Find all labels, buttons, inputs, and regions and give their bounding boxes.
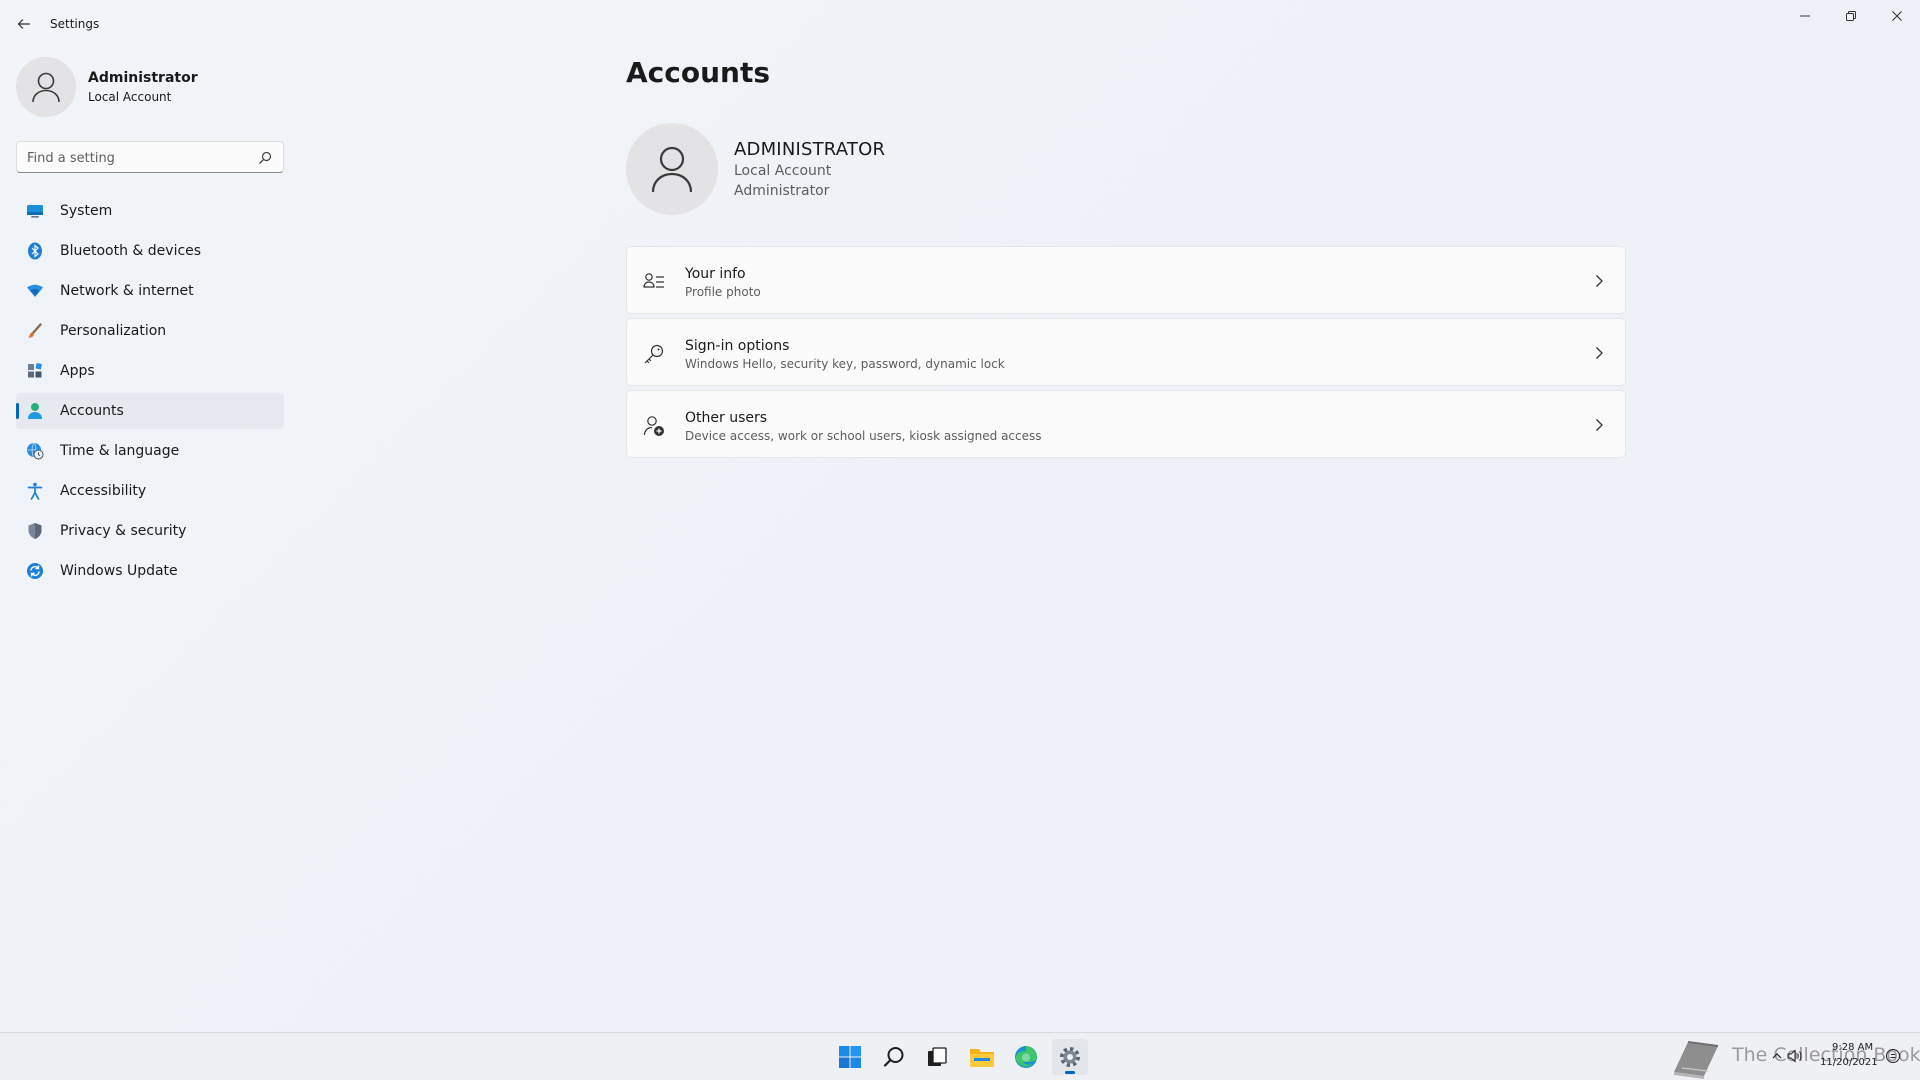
minimize-button[interactable] bbox=[1782, 0, 1828, 32]
sidebar-item-network[interactable]: Network & internet bbox=[16, 273, 284, 309]
user-role: Administrator bbox=[734, 183, 830, 199]
card-other-users[interactable]: Other users Device access, work or schoo… bbox=[626, 390, 1626, 458]
sidebar-item-label: Time & language bbox=[60, 443, 180, 459]
sidebar-item-label: Apps bbox=[60, 363, 95, 379]
task-view-icon bbox=[928, 1047, 947, 1066]
minimize-icon bbox=[1800, 15, 1810, 17]
notification-icon bbox=[1886, 1049, 1900, 1063]
task-view-button[interactable] bbox=[919, 1039, 955, 1075]
profile-account-type: Local Account bbox=[88, 90, 172, 104]
clock-time[interactable]: 9:28 AM bbox=[1832, 1042, 1873, 1053]
sidebar-item-label: Windows Update bbox=[60, 563, 178, 579]
notifications-button[interactable] bbox=[1884, 1047, 1902, 1065]
volume-icon bbox=[1787, 1049, 1802, 1063]
clock-date[interactable]: 11/20/2021 bbox=[1820, 1057, 1878, 1068]
shield-icon bbox=[26, 522, 44, 540]
restore-button[interactable] bbox=[1828, 0, 1874, 32]
sidebar-nav: System Bluetooth & devices Network & int… bbox=[16, 193, 284, 593]
book-logo-icon bbox=[1674, 1041, 1719, 1079]
settings-taskbar-button[interactable] bbox=[1052, 1039, 1088, 1075]
restore-icon bbox=[1846, 11, 1856, 21]
card-title: Other users bbox=[685, 410, 768, 426]
chevron-right-icon bbox=[1596, 347, 1603, 359]
card-title: Your info bbox=[685, 266, 746, 282]
settings-icon bbox=[1060, 1047, 1080, 1067]
sidebar-item-accessibility[interactable]: Accessibility bbox=[16, 473, 284, 509]
app-title: Settings bbox=[50, 17, 100, 31]
person-icon bbox=[651, 146, 693, 193]
accounts-icon bbox=[26, 402, 44, 420]
sidebar-item-accounts[interactable]: Accounts bbox=[16, 393, 284, 429]
file-explorer-button[interactable] bbox=[964, 1039, 1000, 1075]
taskbar-search-button[interactable] bbox=[876, 1039, 912, 1075]
sidebar-item-windows-update[interactable]: Windows Update bbox=[16, 553, 284, 589]
bluetooth-icon bbox=[26, 242, 44, 260]
card-subtitle: Profile photo bbox=[685, 285, 761, 299]
close-button[interactable] bbox=[1874, 0, 1920, 32]
chevron-up-icon bbox=[1772, 1053, 1782, 1059]
start-button[interactable] bbox=[832, 1039, 868, 1075]
person-icon bbox=[32, 72, 60, 103]
file-explorer-icon bbox=[970, 1049, 994, 1067]
search-input[interactable] bbox=[27, 148, 247, 168]
update-icon bbox=[26, 562, 44, 580]
card-sign-in-options[interactable]: Sign-in options Windows Hello, security … bbox=[626, 318, 1626, 386]
system-icon bbox=[26, 202, 44, 220]
accessibility-icon bbox=[26, 482, 44, 500]
sidebar-item-label: Network & internet bbox=[60, 283, 194, 299]
title-bar: Settings bbox=[0, 0, 1920, 48]
person-info-icon bbox=[643, 273, 664, 288]
chevron-right-icon bbox=[1596, 275, 1603, 287]
sidebar-item-label: Personalization bbox=[60, 323, 167, 339]
profile-name: Administrator bbox=[88, 70, 198, 86]
globe-clock-icon bbox=[26, 442, 44, 460]
search-icon bbox=[883, 1047, 904, 1067]
user-display-name: ADMINISTRATOR bbox=[734, 139, 886, 160]
sidebar-item-label: Accounts bbox=[60, 403, 124, 419]
back-arrow-icon bbox=[17, 19, 30, 29]
sidebar-item-apps[interactable]: Apps bbox=[16, 353, 284, 389]
page-title: Accounts bbox=[626, 56, 771, 89]
close-icon bbox=[1892, 11, 1902, 21]
card-subtitle: Windows Hello, security key, password, d… bbox=[685, 357, 1005, 371]
active-app-indicator bbox=[1065, 1071, 1075, 1074]
apps-icon bbox=[26, 362, 44, 380]
sidebar-item-label: Bluetooth & devices bbox=[60, 243, 202, 259]
selection-indicator bbox=[16, 403, 19, 419]
brush-icon bbox=[26, 322, 44, 340]
chevron-right-icon bbox=[1596, 419, 1603, 431]
sidebar-item-label: Privacy & security bbox=[60, 523, 187, 539]
network-icon bbox=[26, 282, 44, 300]
card-your-info[interactable]: Your info Profile photo bbox=[626, 246, 1626, 314]
back-button[interactable] bbox=[14, 14, 34, 34]
add-person-icon bbox=[643, 416, 664, 436]
search-icon bbox=[259, 151, 272, 164]
start-icon bbox=[839, 1046, 861, 1068]
show-hidden-icons-button[interactable] bbox=[1768, 1047, 1786, 1065]
sidebar-item-time-language[interactable]: Time & language bbox=[16, 433, 284, 469]
user-avatar bbox=[626, 123, 718, 215]
card-subtitle: Device access, work or school users, kio… bbox=[685, 429, 1042, 443]
sidebar-item-system[interactable]: System bbox=[16, 193, 284, 229]
sidebar-item-personalization[interactable]: Personalization bbox=[16, 313, 284, 349]
key-icon bbox=[644, 344, 664, 364]
sidebar-item-bluetooth[interactable]: Bluetooth & devices bbox=[16, 233, 284, 269]
search-box[interactable] bbox=[16, 141, 284, 173]
volume-button[interactable] bbox=[1786, 1047, 1804, 1065]
taskbar: The Collection Book 9:28 AM 11/20/2021 bbox=[0, 1032, 1920, 1080]
sidebar-item-label: System bbox=[60, 203, 113, 219]
user-account-type: Local Account bbox=[734, 163, 832, 179]
edge-icon bbox=[1015, 1046, 1037, 1068]
edge-button[interactable] bbox=[1008, 1039, 1044, 1075]
sidebar-item-label: Accessibility bbox=[60, 483, 147, 499]
sidebar-item-privacy[interactable]: Privacy & security bbox=[16, 513, 284, 549]
card-title: Sign-in options bbox=[685, 338, 790, 354]
avatar bbox=[16, 57, 76, 117]
